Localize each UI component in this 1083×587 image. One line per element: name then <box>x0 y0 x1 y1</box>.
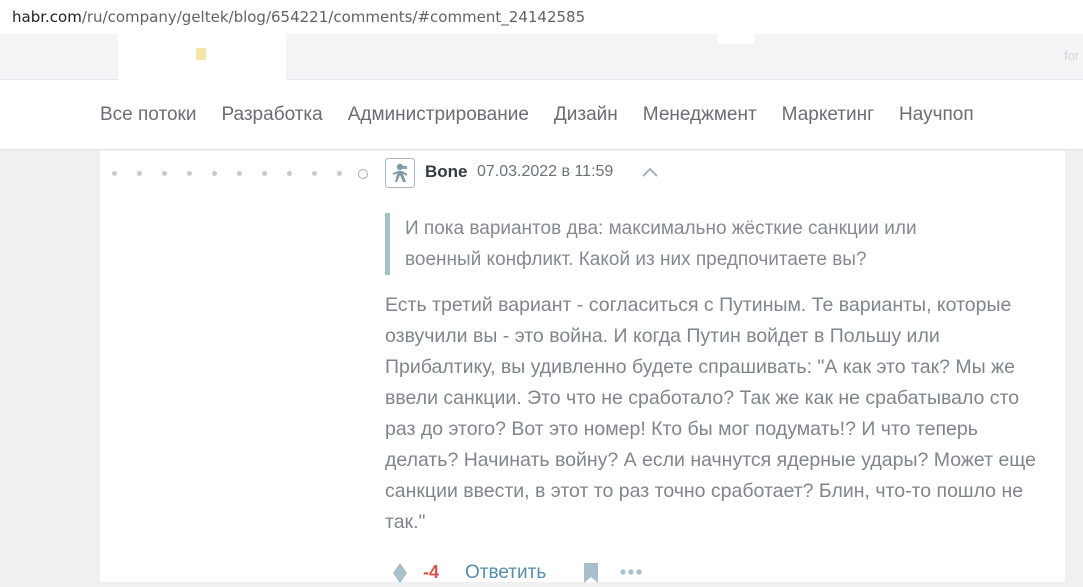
more-dots-icon[interactable] <box>619 568 643 576</box>
depth-dot <box>112 171 117 176</box>
comment-body: Есть третий вариант - согласиться с Пути… <box>385 294 1036 533</box>
depth-dot <box>187 171 192 176</box>
depth-dot <box>162 171 167 176</box>
avatar-icon <box>392 163 408 182</box>
comment-footer: -4 Ответить <box>385 559 785 587</box>
category-nav: Все потоки Разработка Администрирование … <box>0 80 1083 150</box>
comment-score: -4 <box>423 562 440 582</box>
site-top-strip: for <box>0 34 1083 80</box>
depth-dot <box>212 171 217 176</box>
nav-item-development[interactable]: Разработка <box>221 104 322 126</box>
comment-thread: Bone 07.03.2022 в 11:59 И пока вариантов… <box>100 151 1065 583</box>
nav-item-administration[interactable]: Администрирование <box>348 104 529 126</box>
depth-dot <box>262 171 267 176</box>
address-bar[interactable]: habr.com/ru/company/geltek/blog/654221/c… <box>0 0 1083 34</box>
header-blank-area-small <box>718 34 754 44</box>
comment-datetime[interactable]: 07.03.2022 в 11:59 <box>477 163 613 181</box>
thread-depth-indicator <box>112 169 372 179</box>
depth-dot <box>287 171 292 176</box>
nav-item-all-flows[interactable]: Все потоки <box>100 104 196 126</box>
header-faded-icon <box>196 48 206 60</box>
chevron-up-icon[interactable] <box>640 163 660 181</box>
depth-dot <box>312 171 317 176</box>
vote-diamond-icon[interactable] <box>390 562 410 584</box>
nav-item-design[interactable]: Дизайн <box>554 104 618 126</box>
depth-dot <box>237 171 242 176</box>
nav-item-popular-science[interactable]: Научпоп <box>899 104 974 126</box>
url-path: /ru/company/geltek/blog/654221/comments/… <box>81 8 586 26</box>
depth-dot <box>137 171 142 176</box>
comment-quote: И пока вариантов два: максимально жёстки… <box>385 213 985 275</box>
bookmark-icon[interactable] <box>582 562 600 584</box>
nav-item-marketing[interactable]: Маркетинг <box>782 104 874 126</box>
depth-dot <box>337 171 342 176</box>
user-avatar[interactable] <box>385 158 415 188</box>
depth-dot-current <box>358 169 368 179</box>
nav-item-management[interactable]: Менеджмент <box>643 104 757 126</box>
comment-username[interactable]: Bone <box>425 162 468 182</box>
url-host: habr.com <box>12 8 82 26</box>
reply-button[interactable]: Ответить <box>465 562 546 584</box>
header-faded-text: for <box>1064 48 1080 63</box>
